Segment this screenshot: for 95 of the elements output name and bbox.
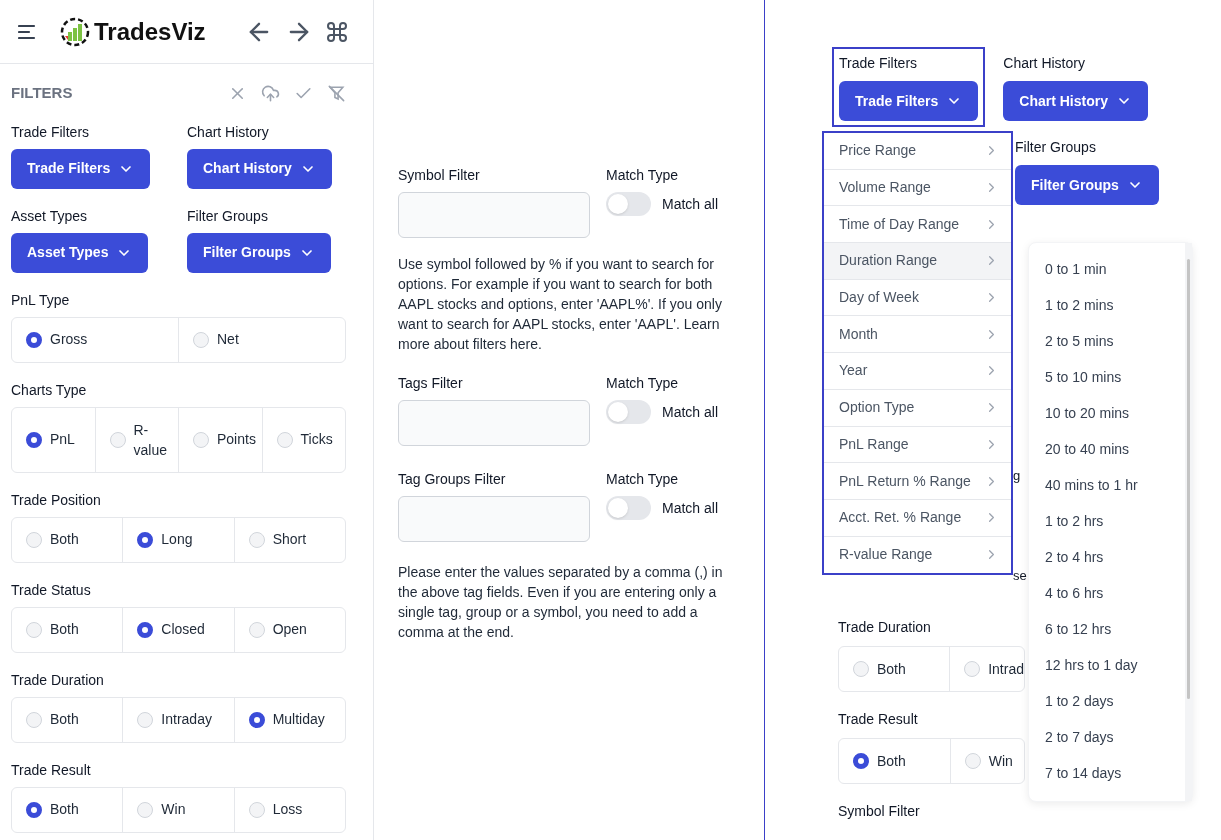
field-label: PnL Type — [11, 290, 71, 309]
radio-label: Both — [50, 620, 79, 639]
radio-button[interactable] — [137, 531, 154, 548]
field-label: Asset Types — [11, 206, 87, 225]
radio-label: Both — [877, 659, 906, 679]
radio-button[interactable] — [853, 753, 869, 769]
field-label: Tag Groups Filter — [398, 470, 507, 488]
radio-label: Points — [217, 430, 256, 449]
radio-label: Short — [272, 530, 307, 549]
logo-text: TradesViz — [94, 16, 206, 47]
radio-label: Gross — [50, 330, 88, 349]
radio-label: PnL — [50, 430, 75, 449]
toggle-label: Match all — [662, 194, 719, 214]
radio-button[interactable] — [26, 801, 42, 818]
toggle-switch[interactable] — [606, 496, 651, 520]
submenu-item[interactable]: 2 to 4 hrs — [1029, 539, 1185, 575]
dropdown-button[interactable]: Filter Groups — [1015, 165, 1159, 205]
radio-label: Ticks — [300, 430, 333, 449]
field-label: Charts Type — [11, 380, 88, 399]
radio-button[interactable] — [26, 431, 42, 448]
field-label: Trade Result — [838, 711, 918, 727]
field-label: Trade Duration — [11, 670, 105, 689]
toggle-label: Match all — [662, 402, 719, 422]
radio-button[interactable] — [248, 711, 265, 728]
dropdown-button[interactable]: Filter Groups — [187, 232, 331, 273]
radio-label: Both — [50, 800, 79, 819]
field-label: Trade Status — [11, 580, 92, 599]
field-label: Trade Filters — [11, 122, 90, 141]
field-label: Symbol Filter — [398, 166, 481, 184]
scrollbar[interactable] — [1185, 243, 1192, 801]
radio-label: Intrad — [988, 659, 1024, 679]
text-input[interactable] — [398, 400, 590, 446]
radio-label: Net — [217, 330, 239, 349]
radio-label: Win — [161, 800, 186, 819]
radio-button[interactable] — [137, 621, 154, 638]
radio-label: Both — [50, 710, 79, 729]
radio-label: Multiday — [272, 710, 325, 729]
submenu-item[interactable]: 0 to 1 min — [1029, 251, 1185, 287]
submenu-item[interactable]: 6 to 12 hrs — [1029, 611, 1185, 647]
partial-text: g — [1013, 468, 1021, 483]
note-text: Please enter the values separated by a comma (,) in the above tag fields. Even if you are entering only a single tag, group or a symbol, you need to add a comma at the end. — [398, 563, 724, 642]
toggle-switch[interactable] — [606, 192, 651, 216]
field-label: Symbol Filter — [838, 803, 920, 819]
field-label: Chart History — [187, 122, 269, 141]
radio-label: Open — [272, 620, 307, 639]
submenu-item[interactable]: 2 to 5 mins — [1029, 323, 1185, 359]
radio-label: R-value — [133, 420, 168, 460]
command-icon[interactable] — [325, 19, 349, 44]
radio-label: Intraday — [161, 710, 212, 729]
submenu-item[interactable]: 2 to 7 days — [1029, 719, 1185, 755]
field-label: Tags Filter — [398, 374, 464, 392]
menu-icon[interactable] — [18, 23, 36, 40]
submenu-item[interactable]: 40 mins to 1 hr — [1029, 467, 1185, 503]
dropdown-button[interactable]: Trade Filters — [839, 81, 979, 121]
submenu-item[interactable]: 10 to 20 mins — [1029, 395, 1185, 431]
radio-label: Loss — [272, 800, 303, 819]
help-text: Use symbol followed by % if you want to search for options. For example if you want to search for both AAPL stocks and options, enter 'AAPL%'. If you only want to search for AAPL stocks, enter 'AAPL'. Learn more about filters here. — [398, 255, 723, 354]
field-label: Match Type — [606, 374, 680, 392]
submenu-item[interactable]: 4 to 6 hrs — [1029, 575, 1185, 611]
filter-off-icon[interactable] — [327, 83, 346, 103]
field-label: Match Type — [606, 470, 680, 488]
field-label: Chart History — [1003, 55, 1085, 71]
text-input[interactable] — [398, 496, 590, 542]
toggle-switch[interactable] — [606, 400, 651, 424]
radio-label: Both — [877, 751, 906, 771]
submenu-item[interactable]: 1 to 2 days — [1029, 683, 1185, 719]
filters-title: FILTERS — [11, 83, 73, 103]
submenu-item[interactable]: 5 to 10 mins — [1029, 359, 1185, 395]
field-label: Trade Filters — [839, 55, 918, 71]
text-input[interactable] — [398, 192, 590, 238]
radio-label: Closed — [161, 620, 205, 639]
field-label: Filter Groups — [1015, 139, 1096, 155]
field-label: Filter Groups — [187, 206, 268, 225]
dropdown-button[interactable]: Asset Types — [11, 232, 149, 273]
dropdown-button[interactable]: Chart History — [187, 148, 332, 189]
submenu-item[interactable]: 7 to 14 days — [1029, 755, 1185, 791]
menu-item[interactable]: Duration Range — [824, 243, 1011, 280]
submenu-item[interactable]: 1 to 2 mins — [1029, 287, 1185, 323]
submenu-item[interactable]: 20 to 40 mins — [1029, 431, 1185, 467]
radio-label: Long — [161, 530, 193, 549]
dropdown-button[interactable]: Trade Filters — [11, 148, 151, 189]
radio-label: Both — [50, 530, 79, 549]
field-label: Match Type — [606, 166, 680, 184]
logo-icon — [60, 16, 90, 47]
field-label: Trade Position — [11, 490, 102, 509]
radio-button[interactable] — [26, 331, 42, 348]
submenu-item[interactable]: 1 to 2 hrs — [1029, 503, 1185, 539]
cloud-upload-icon[interactable] — [261, 83, 280, 103]
field-label: Trade Duration — [838, 619, 931, 635]
dropdown-button[interactable]: Chart History — [1003, 81, 1148, 121]
submenu-item[interactable]: 12 hrs to 1 day — [1029, 647, 1185, 683]
field-label: Trade Result — [11, 760, 92, 779]
partial-text: se — [1013, 568, 1027, 583]
toggle-label: Match all — [662, 498, 719, 518]
radio-label: Win — [988, 751, 1013, 771]
